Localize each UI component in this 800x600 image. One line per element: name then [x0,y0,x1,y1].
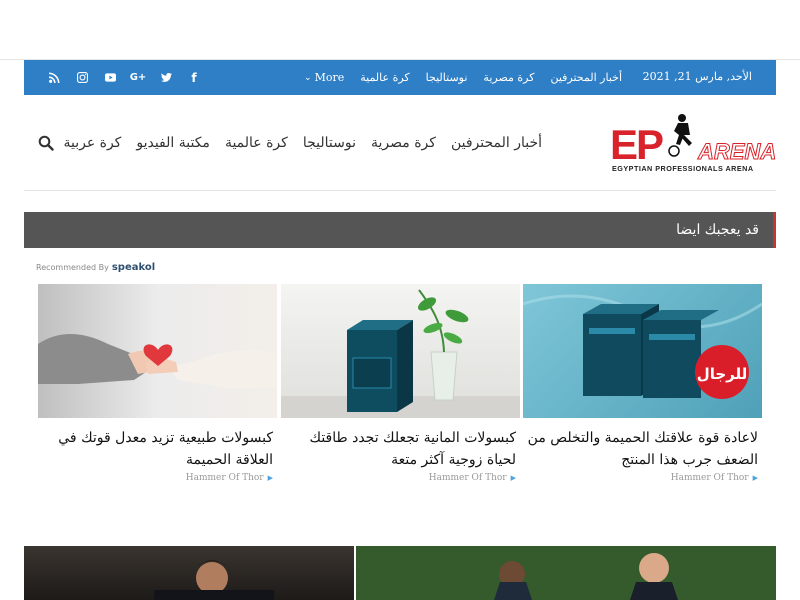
rss-icon[interactable] [40,60,68,95]
block-header: قد يعجبك ايضا [24,212,776,248]
recommendation-cards: للرجال لاعادة قوة علاقتك الحميمة والتخلص… [38,284,762,494]
card-source: ▶Hammer Of Thor [38,471,277,483]
topnav-item-pros[interactable]: أخبار المحترفين [550,71,622,84]
more-label: More [314,71,345,84]
player-icon [668,114,692,157]
card-title: لاعادة قوة علاقتك الحميمة والتخلص من الض… [527,430,758,468]
card-source-label: Hammer Of Thor [670,473,749,483]
card-image: للرجال [523,284,762,418]
news-thumbnail[interactable] [24,546,354,600]
logo-arena: ARENA [697,139,776,164]
nav-item-world[interactable]: كرة عالمية [225,135,288,151]
topnav-more-menu[interactable]: ⌄ More [304,71,344,84]
triangle-icon: ▶ [267,474,273,482]
card-image [281,284,520,418]
ad-banner-area [0,0,800,60]
instagram-icon[interactable] [68,60,96,95]
site-logo[interactable]: EP ARENA EGYPTIAN PROFESSIONALS ARENA [610,111,777,173]
topnav-item-egyptian[interactable]: كرة مصرية [483,71,534,84]
block-title: قد يعجبك ايضا [676,222,759,238]
news-thumbnail[interactable] [356,546,776,600]
card-source: ▶Hammer Of Thor [523,471,762,483]
youtube-icon[interactable] [96,60,124,95]
card-title: كبسولات طبيعية تزيد معدل قوتك في العلاقة… [58,430,273,468]
twitter-icon[interactable] [152,60,180,95]
triangle-icon: ▶ [752,474,758,482]
google-plus-icon[interactable]: G+ [124,60,152,95]
nav-item-video[interactable]: مكتبة الفيديو [136,135,210,151]
nav-item-pros[interactable]: أخبار المحترفين [451,135,542,151]
player-face [196,562,228,594]
card-source: ▶Hammer Of Thor [281,471,520,483]
logo-letters: EP [610,121,663,168]
social-links: G+ f [40,60,208,95]
nav-item-egyptian[interactable]: كرة مصرية [371,135,436,151]
recommendation-card[interactable]: كبسولات طبيعية تزيد معدل قوتك في العلاقة… [38,284,277,494]
hands-heart-icon [38,334,277,388]
recommendation-card[interactable]: للرجال لاعادة قوة علاقتك الحميمة والتخلص… [523,284,762,494]
plant-vase-icon [417,289,469,401]
recommended-prefix: Recommended By [36,262,109,272]
card-title: كبسولات المانية تجعلك تجدد طاقتك لحياة ز… [309,430,516,468]
topnav-item-world[interactable]: كرة عالمية [360,71,409,84]
chevron-down-icon: ⌄ [304,72,312,83]
card-image [38,284,277,418]
search-icon[interactable] [38,135,54,151]
nav-item-arab[interactable]: كرة عربية [63,135,121,151]
logo-tagline: EGYPTIAN PROFESSIONALS ARENA [612,164,754,173]
top-bar: الأحد, مارس 21, 2021 أخبار المحترفين كرة… [24,60,776,95]
facebook-icon[interactable]: f [180,60,208,95]
card-source-label: Hammer Of Thor [428,473,507,483]
top-navigation: أخبار المحترفين كرة مصرية نوستاليجا كرة … [288,60,622,95]
card-badge: للرجال [697,365,748,383]
site-header: EP ARENA EGYPTIAN PROFESSIONALS ARENA أخ… [24,95,777,191]
nav-item-nostalgia[interactable]: نوستاليجا [303,135,356,151]
card-source-label: Hammer Of Thor [185,473,264,483]
current-date: الأحد, مارس 21, 2021 [642,70,752,83]
topnav-item-nostalgia[interactable]: نوستاليجا [426,71,468,84]
main-navigation: أخبار المحترفين كرة مصرية نوستاليجا كرة … [48,95,542,191]
triangle-icon: ▶ [510,474,516,482]
speakol-logo: speakol [111,261,156,273]
recommendation-card[interactable]: كبسولات المانية تجعلك تجدد طاقتك لحياة ز… [281,284,520,494]
product-box-icon [347,320,413,412]
recommended-by[interactable]: Recommended By speakol [36,261,155,273]
